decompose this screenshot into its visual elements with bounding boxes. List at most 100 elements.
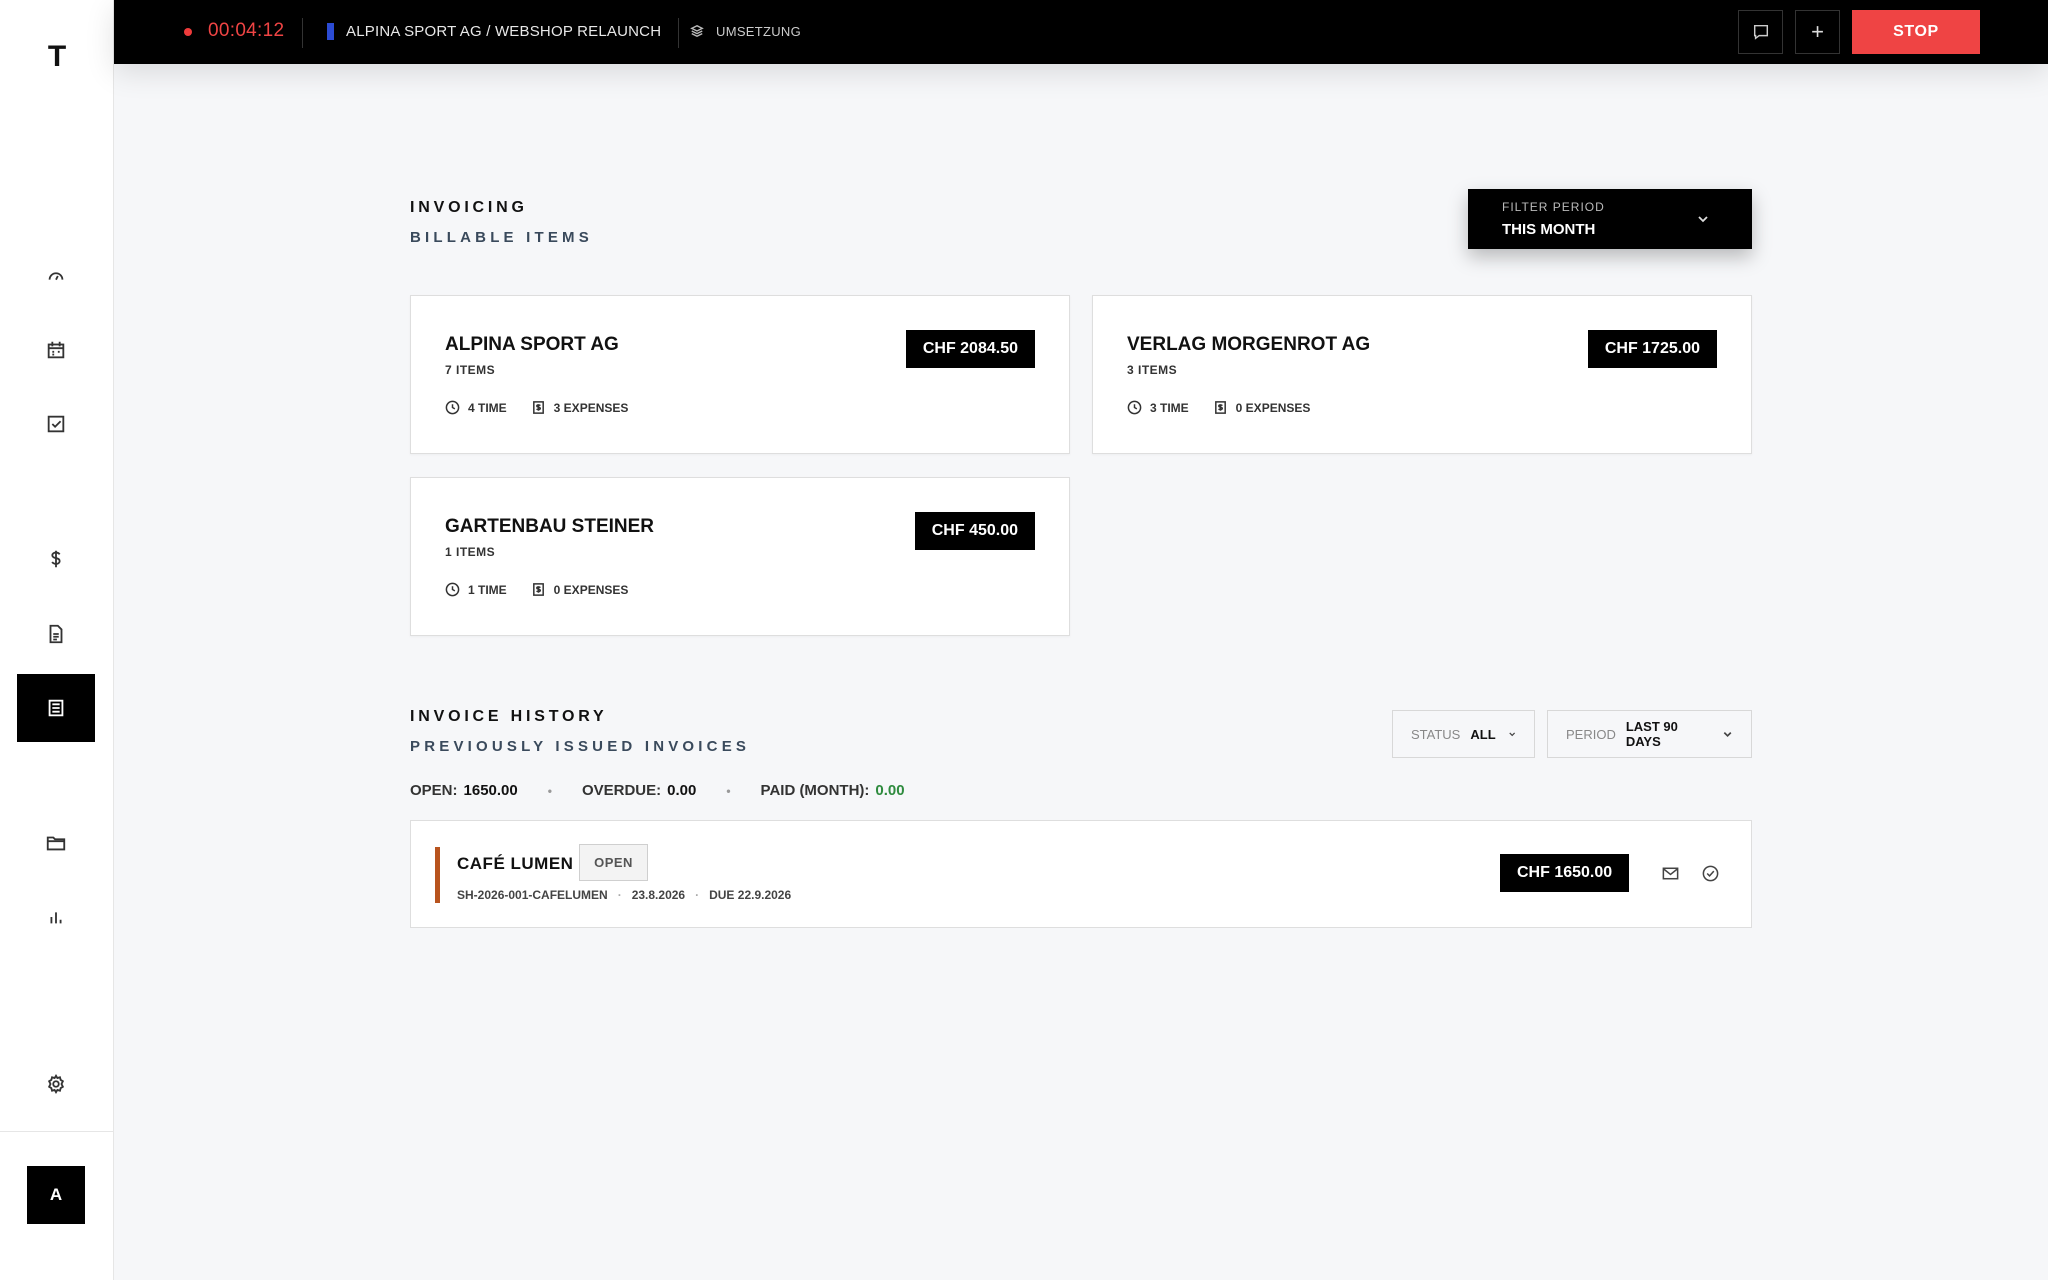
status-badge: OPEN bbox=[579, 844, 648, 881]
open-label: OPEN: bbox=[410, 782, 458, 799]
sidebar-item-invoices[interactable] bbox=[17, 674, 95, 742]
client-name: VERLAG MORGENROT AG bbox=[1127, 334, 1371, 355]
client-meta: 1 TIME 0 EXPENSES bbox=[445, 582, 652, 597]
clock-icon bbox=[445, 582, 460, 597]
check-circle-icon bbox=[1702, 865, 1718, 881]
section-subtitle-billable: BILLABLE ITEMS bbox=[410, 229, 593, 246]
amount-badge: CHF 2084.50 bbox=[905, 330, 1035, 368]
status-filter-value: ALL bbox=[1470, 726, 1496, 742]
separator-dot: • bbox=[726, 783, 731, 798]
chevron-down-icon bbox=[1723, 732, 1732, 738]
period-filter-label: PERIOD bbox=[1566, 726, 1616, 742]
project-title[interactable]: ALPINA SPORT AG / WEBSHOP RELAUNCH bbox=[346, 23, 661, 40]
paid-value: 0.00 bbox=[875, 782, 905, 799]
timer-bar: 00:04:12 ALPINA SPORT AG / WEBSHOP RELAU… bbox=[114, 0, 2048, 64]
receipt-icon bbox=[532, 401, 544, 414]
section-subtitle-issued: PREVIOUSLY ISSUED INVOICES bbox=[410, 738, 751, 755]
invoice-meta: SH-2026-001-CAFELUMEN · 23.8.2026 · DUE … bbox=[457, 888, 791, 902]
gear-icon bbox=[47, 1073, 65, 1095]
project-color-marker bbox=[327, 23, 334, 40]
gauge-icon bbox=[48, 272, 64, 281]
expense-count: 0 EXPENSES bbox=[553, 582, 629, 597]
recording-dot-icon bbox=[184, 28, 192, 36]
send-email-button[interactable] bbox=[1658, 861, 1682, 885]
sidebar-divider bbox=[0, 1131, 114, 1132]
mail-icon bbox=[1662, 867, 1678, 879]
mark-paid-button[interactable] bbox=[1698, 861, 1722, 885]
client-card[interactable]: VERLAG MORGENROT AG 3 ITEMS 3 TIME 0 EXP… bbox=[1092, 295, 1752, 454]
filter-period-label: FILTER PERIOD bbox=[1502, 200, 1605, 214]
status-filter-label: STATUS bbox=[1411, 726, 1461, 742]
document-icon bbox=[49, 624, 63, 644]
sidebar-item-projects[interactable] bbox=[17, 809, 95, 877]
section-title-invoicing: INVOICING bbox=[410, 199, 528, 216]
client-item-count: 3 ITEMS bbox=[1127, 363, 1178, 377]
divider bbox=[302, 18, 303, 48]
invoice-amount-badge: CHF 1650.00 bbox=[1500, 854, 1630, 892]
checkbox-icon bbox=[47, 415, 65, 433]
filter-period-value: THIS MONTH bbox=[1502, 221, 1596, 238]
amount-badge: CHF 450.00 bbox=[914, 512, 1035, 550]
client-card[interactable]: ALPINA SPORT AG 7 ITEMS 4 TIME 3 EXPENSE… bbox=[410, 295, 1070, 454]
sidebar-item-billing[interactable] bbox=[17, 525, 95, 593]
client-name: GARTENBAU STEINER bbox=[445, 516, 655, 537]
separator-dot: · bbox=[617, 888, 622, 902]
time-count: 3 TIME bbox=[1150, 400, 1189, 415]
invoice-due-date: DUE 22.9.2026 bbox=[709, 888, 792, 902]
period-filter-value: LAST 90 DAYS bbox=[1625, 719, 1678, 749]
calendar-icon bbox=[47, 341, 65, 359]
divider bbox=[678, 18, 679, 48]
receipt-icon bbox=[532, 583, 544, 596]
overdue-value: 0.00 bbox=[667, 782, 697, 799]
task-label[interactable]: UMSETZUNG bbox=[716, 24, 801, 39]
app-logo[interactable]: T bbox=[0, 40, 114, 74]
invoice-client-name: CAFÉ LUMEN bbox=[457, 854, 574, 873]
stop-button[interactable]: STOP bbox=[1852, 10, 1980, 54]
time-count: 1 TIME bbox=[468, 582, 507, 597]
sidebar-item-dashboard[interactable] bbox=[17, 242, 95, 310]
separator-dot: • bbox=[547, 783, 552, 798]
overdue-label: OVERDUE: bbox=[581, 782, 662, 799]
invoice-summary: OPEN: 1650.00 • OVERDUE: 0.00 • PAID (MO… bbox=[410, 782, 905, 799]
clock-icon bbox=[1127, 400, 1142, 415]
client-name: ALPINA SPORT AG bbox=[445, 334, 619, 355]
comment-button[interactable] bbox=[1738, 10, 1783, 54]
invoice-number: SH-2026-001-CAFELUMEN bbox=[457, 888, 608, 902]
avatar[interactable]: A bbox=[27, 1166, 85, 1224]
sidebar-item-calendar[interactable] bbox=[17, 316, 95, 384]
sidebar-item-documents[interactable] bbox=[17, 600, 95, 668]
filter-period-dropdown[interactable]: FILTER PERIOD THIS MONTH bbox=[1468, 189, 1752, 249]
bar-chart-icon bbox=[50, 912, 62, 924]
separator-dot: · bbox=[695, 888, 700, 902]
sidebar: T A bbox=[0, 0, 114, 1280]
status-filter-dropdown[interactable]: STATUS ALL bbox=[1392, 710, 1535, 758]
invoice-icon bbox=[48, 699, 64, 717]
amount-badge: CHF 1725.00 bbox=[1587, 330, 1717, 368]
section-title-invoice-history: INVOICE HISTORY bbox=[410, 708, 608, 725]
comment-icon bbox=[1753, 24, 1768, 40]
time-count: 4 TIME bbox=[468, 400, 507, 415]
folder-icon bbox=[46, 836, 66, 851]
layers-icon bbox=[690, 24, 704, 38]
add-entry-button[interactable]: + bbox=[1795, 10, 1840, 54]
chevron-down-icon bbox=[1698, 216, 1708, 223]
invoice-date: 23.8.2026 bbox=[631, 888, 686, 902]
client-meta: 4 TIME 3 EXPENSES bbox=[445, 400, 652, 415]
client-card[interactable]: GARTENBAU STEINER 1 ITEMS 1 TIME 0 EXPEN… bbox=[410, 477, 1070, 636]
dollar-icon bbox=[51, 550, 61, 568]
expense-count: 0 EXPENSES bbox=[1235, 400, 1311, 415]
expense-count: 3 EXPENSES bbox=[553, 400, 629, 415]
sidebar-item-reports[interactable] bbox=[17, 883, 95, 951]
client-item-count: 7 ITEMS bbox=[445, 363, 496, 377]
period-filter-dropdown[interactable]: PERIOD LAST 90 DAYS bbox=[1547, 710, 1752, 758]
open-value: 1650.00 bbox=[463, 782, 518, 799]
receipt-icon bbox=[1214, 401, 1226, 414]
sidebar-item-settings[interactable] bbox=[17, 1050, 95, 1118]
chevron-down-icon bbox=[1508, 732, 1515, 737]
status-color-bar bbox=[435, 847, 440, 903]
client-item-count: 1 ITEMS bbox=[445, 545, 496, 559]
timer-display: 00:04:12 bbox=[208, 20, 285, 41]
sidebar-item-tasks[interactable] bbox=[17, 390, 95, 458]
invoice-row[interactable]: CAFÉ LUMEN OPEN SH-2026-001-CAFELUMEN · … bbox=[410, 820, 1752, 928]
paid-label: PAID (MONTH): bbox=[760, 782, 870, 799]
